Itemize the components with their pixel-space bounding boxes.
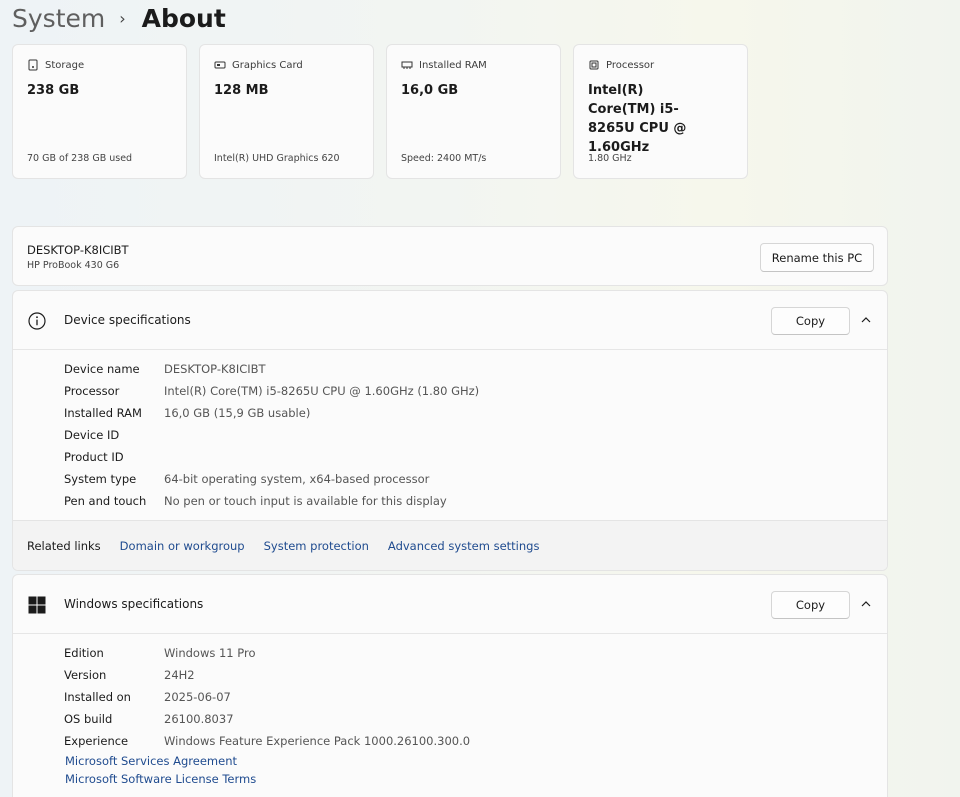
- info-icon: [28, 312, 46, 330]
- card-label: Graphics Card: [232, 59, 303, 71]
- spec-row: Experience Windows Feature Experience Pa…: [64, 730, 887, 752]
- ram-card: Installed RAM 16,0 GB Speed: 2400 MT/s: [386, 44, 561, 179]
- card-subtext: Intel(R) UHD Graphics 620: [214, 153, 340, 164]
- graphics-card-icon: [214, 61, 226, 69]
- windows-logo-icon: [28, 596, 46, 614]
- services-agreement-link[interactable]: Microsoft Services Agreement: [65, 754, 868, 772]
- spec-label: Version: [64, 668, 107, 682]
- card-value: 238 GB: [27, 83, 80, 98]
- pc-model: HP ProBook 430 G6: [27, 260, 120, 271]
- chevron-up-icon[interactable]: [859, 313, 873, 327]
- chevron-up-icon[interactable]: [859, 597, 873, 611]
- spec-row: Version 24H2: [64, 664, 887, 686]
- card-subtext: Speed: 2400 MT/s: [401, 153, 487, 164]
- windows-spec-rows: Edition Windows 11 Pro Version 24H2 Inst…: [13, 634, 887, 752]
- copy-windows-specs-button[interactable]: Copy: [771, 591, 850, 619]
- card-subtext: 1.80 GHz: [588, 153, 632, 164]
- card-label: Installed RAM: [419, 59, 487, 71]
- spec-value: 24H2: [164, 668, 195, 682]
- spec-row: Device name DESKTOP-K8ICIBT: [64, 358, 887, 380]
- device-specifications-header[interactable]: Device specifications Copy: [13, 291, 887, 350]
- breadcrumb-chevron-icon: ›: [119, 8, 126, 28]
- breadcrumb-system-link[interactable]: System: [12, 4, 105, 33]
- card-value: 128 MB: [214, 83, 269, 98]
- spec-label: Device ID: [64, 428, 120, 442]
- windows-legal-links: Microsoft Services Agreement Microsoft S…: [13, 752, 887, 790]
- spec-label: Product ID: [64, 450, 124, 464]
- advanced-system-settings-link[interactable]: Advanced system settings: [388, 539, 540, 553]
- storage-card: Storage 238 GB 70 GB of 238 GB used: [12, 44, 187, 179]
- card-value: 16,0 GB: [401, 83, 459, 98]
- spec-label: Edition: [64, 646, 104, 660]
- card-value: Intel(R) Core(TM) i5-8265U CPU @ 1.60GHz: [588, 83, 687, 155]
- rename-pc-button[interactable]: Rename this PC: [760, 243, 874, 272]
- spec-value: DESKTOP-K8ICIBT: [164, 362, 266, 376]
- domain-or-workgroup-link[interactable]: Domain or workgroup: [120, 539, 245, 553]
- page-title: About: [141, 3, 226, 33]
- spec-row: Pen and touch No pen or touch input is a…: [64, 490, 887, 512]
- license-terms-link[interactable]: Microsoft Software License Terms: [65, 772, 868, 790]
- spec-label: Installed RAM: [64, 406, 142, 420]
- spec-row: Processor Intel(R) Core(TM) i5-8265U CPU…: [64, 380, 887, 402]
- graphics-card-card: Graphics Card 128 MB Intel(R) UHD Graphi…: [199, 44, 374, 179]
- spec-row: Edition Windows 11 Pro: [64, 642, 887, 664]
- spec-row: OS build 26100.8037: [64, 708, 887, 730]
- related-links-bar: Related links Domain or workgroup System…: [13, 520, 887, 570]
- device-specifications-panel: Device specifications Copy Device name D…: [12, 290, 888, 571]
- spec-value: 2025-06-07: [164, 690, 231, 704]
- spec-label: System type: [64, 472, 137, 486]
- spec-label: Installed on: [64, 690, 131, 704]
- spec-value: 64-bit operating system, x64-based proce…: [164, 472, 430, 486]
- spec-label: Experience: [64, 734, 129, 748]
- spec-row: Installed on 2025-06-07: [64, 686, 887, 708]
- spec-label: Device name: [64, 362, 140, 376]
- breadcrumb: System › About: [12, 0, 226, 36]
- card-label: Processor: [606, 59, 655, 71]
- spec-label: Processor: [64, 384, 120, 398]
- spec-row: System type 64-bit operating system, x64…: [64, 468, 887, 490]
- processor-card: Processor Intel(R) Core(TM) i5-8265U CPU…: [573, 44, 748, 179]
- processor-icon: [589, 60, 599, 70]
- related-links-label: Related links: [27, 539, 101, 553]
- windows-specifications-panel: Windows specifications Copy Edition Wind…: [12, 574, 888, 797]
- device-spec-rows: Device name DESKTOP-K8ICIBT Processor In…: [13, 350, 887, 512]
- windows-specifications-header[interactable]: Windows specifications Copy: [13, 575, 887, 634]
- spec-value: 26100.8037: [164, 712, 234, 726]
- spec-value: Windows Feature Experience Pack 1000.261…: [164, 734, 471, 748]
- summary-cards: Storage 238 GB 70 GB of 238 GB used Grap…: [12, 44, 748, 179]
- storage-icon: [28, 59, 38, 71]
- spec-value: Intel(R) Core(TM) i5-8265U CPU @ 1.60GHz…: [164, 384, 480, 398]
- spec-value: 16,0 GB (15,9 GB usable): [164, 406, 311, 420]
- card-subtext: 70 GB of 238 GB used: [27, 153, 133, 164]
- panel-title: Windows specifications: [64, 597, 204, 611]
- panel-title: Device specifications: [64, 313, 191, 327]
- system-protection-link[interactable]: System protection: [264, 539, 369, 553]
- spec-row: Device ID: [64, 424, 887, 446]
- spec-value: Windows 11 Pro: [164, 646, 256, 660]
- spec-label: OS build: [64, 712, 113, 726]
- spec-label: Pen and touch: [64, 494, 147, 508]
- ram-icon: [401, 61, 413, 69]
- copy-device-specs-button[interactable]: Copy: [771, 307, 850, 335]
- pc-name-bar: DESKTOP-K8ICIBT HP ProBook 430 G6 Rename…: [12, 226, 888, 286]
- pc-name: DESKTOP-K8ICIBT: [27, 243, 129, 257]
- card-label: Storage: [45, 59, 85, 71]
- spec-row: Product ID: [64, 446, 887, 468]
- spec-row: Installed RAM 16,0 GB (15,9 GB usable): [64, 402, 887, 424]
- spec-value: No pen or touch input is available for t…: [164, 494, 447, 508]
